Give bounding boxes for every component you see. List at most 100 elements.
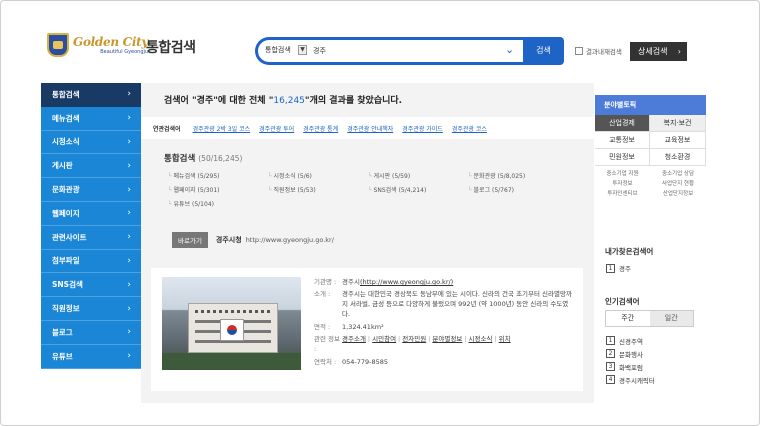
agency-url[interactable]: (http://www.gyeongju.go.kr/) xyxy=(360,278,453,286)
subtopics-grid: 중소기업 지원 중소기업 상담 투자정보 사업단지 현황 투자인센티브 산업단지정보 xyxy=(595,166,706,200)
search-box: 통합검색 ▼ ⌄ xyxy=(255,37,523,65)
category-link[interactable]: 웹페이지 (5/301) xyxy=(168,185,268,194)
popular-item-label: 신경주역 xyxy=(619,337,643,346)
subtopic-link[interactable]: 중소기업 상담 xyxy=(650,169,706,177)
related-keyword-link[interactable]: 경주관광 안내책자 xyxy=(347,124,393,133)
phone-value: 054-779-8585 xyxy=(342,358,389,366)
logo-subtitle: Beautiful Gyeongju xyxy=(100,48,149,55)
detail-search-button[interactable]: 상세검색 › xyxy=(630,42,687,61)
sidebar-item[interactable]: 문화관광 › xyxy=(41,178,141,202)
category-link[interactable]: 직원정보 (5/53) xyxy=(268,185,368,194)
popular-list: 1 신경주역 2 문화행사 3 화백포럼 4 경주시캐릭터 xyxy=(606,334,655,386)
related-keywords-label: 연관검색어 xyxy=(153,125,181,133)
result-summary: 검색어 "경주"에 대한 전체 "16,245"개의 결과를 찾았습니다. xyxy=(164,93,402,106)
popular-item[interactable]: 2 문화행사 xyxy=(606,347,655,360)
search-scope-select[interactable]: 통합검색 xyxy=(265,45,291,55)
chevron-right-icon: › xyxy=(127,184,131,195)
flag-icon xyxy=(220,319,244,341)
result-suffix: "개의 결과를 찾았습니다. xyxy=(304,96,403,106)
category-link[interactable]: 문화관광 (5/8,025) xyxy=(468,171,568,180)
right-panel: 분야별토픽 산업경제 복지·보건 교통정보 교육정보 민원정보 청소환경 중소기업 지원 중… xyxy=(595,95,706,200)
subtopic-link[interactable]: 중소기업 지원 xyxy=(595,169,650,177)
category-link[interactable]: 게시판 (5/59) xyxy=(368,171,468,180)
sidebar-item-label: 게시판 xyxy=(52,161,73,171)
related-info-link[interactable]: 전자민원 xyxy=(402,335,426,343)
topic-tab[interactable]: 복지·보건 xyxy=(650,115,706,132)
subtopic-link[interactable]: 사업단지 현황 xyxy=(650,179,706,187)
related-keyword-link[interactable]: 경주관광 코스 xyxy=(452,124,487,133)
within-results-toggle[interactable]: 결과내재검색 xyxy=(575,46,622,56)
search-button[interactable]: 검색 xyxy=(523,37,564,65)
popular-item[interactable]: 1 신경주역 xyxy=(606,334,655,347)
chevron-right-icon: › xyxy=(127,351,131,362)
related-info-link[interactable]: 경주소개 xyxy=(342,335,366,343)
sidebar-item[interactable]: 통합검색 › xyxy=(41,83,141,107)
topic-tab[interactable]: 산업경제 xyxy=(595,115,650,132)
within-results-checkbox[interactable] xyxy=(575,47,583,55)
links-key: 관련 정보 : xyxy=(314,335,340,353)
search-input[interactable] xyxy=(313,44,493,57)
topic-tab[interactable]: 교육정보 xyxy=(650,132,706,149)
chevron-right-icon: › xyxy=(127,327,131,338)
sidebar-item[interactable]: 첨부파일 › xyxy=(41,250,141,274)
tab-weekly[interactable]: 주간 xyxy=(606,311,650,326)
category-link[interactable]: 블로그 (5/767) xyxy=(468,185,568,194)
popular-item[interactable]: 3 화백포럼 xyxy=(606,360,655,373)
chevron-right-icon: › xyxy=(127,279,131,290)
sidebar-item[interactable]: SNS검색 › xyxy=(41,273,141,298)
sidebar-item[interactable]: 블로그 › xyxy=(41,321,141,345)
result-prefix: 검색어 "경주"에 대한 전체 " xyxy=(164,96,274,106)
related-info-link[interactable]: 시민참여 xyxy=(372,335,396,343)
popular-item[interactable]: 4 경주시캐릭터 xyxy=(606,373,655,386)
related-keyword-link[interactable]: 경주관광 2박 3일 코스 xyxy=(193,124,251,133)
related-info-link[interactable]: 위치 xyxy=(499,335,511,343)
link-separator: | xyxy=(398,335,401,343)
my-search-item[interactable]: 1 경주 xyxy=(606,263,631,273)
popular-tabs: 주간 일간 xyxy=(605,310,694,327)
related-keyword-link[interactable]: 경주관광 투어 xyxy=(259,124,294,133)
sidebar-item[interactable]: 웹페이지 › xyxy=(41,202,141,226)
city-hall-photo[interactable] xyxy=(162,277,301,370)
related-info-link[interactable]: 분야별정보 xyxy=(432,335,462,343)
sidebar-item-label: 문화관광 xyxy=(52,185,80,195)
subtopic-link[interactable]: 투자인센티브 xyxy=(595,189,650,197)
shortcut-badge: 바로가기 xyxy=(172,232,208,248)
topic-tab[interactable]: 교통정보 xyxy=(595,132,650,149)
site-logo[interactable]: Golden City Beautiful Gyeongju xyxy=(47,33,148,57)
category-link[interactable]: 유튜브 (5/104) xyxy=(168,199,268,208)
shortcut-name[interactable]: 경주시청 xyxy=(216,235,242,245)
sidebar-item[interactable]: 직원정보 › xyxy=(41,297,141,321)
related-info-link[interactable]: 시정소식 xyxy=(468,335,492,343)
topic-tab[interactable]: 청소환경 xyxy=(650,149,706,166)
sidebar-item[interactable]: 관련사이트 › xyxy=(41,226,141,250)
integrated-search-heading: 통합검색 (50/16,245) xyxy=(164,152,242,164)
topic-tab[interactable]: 민원정보 xyxy=(595,149,650,166)
sidebar-item-label: 웹페이지 xyxy=(52,208,80,218)
tab-daily[interactable]: 일간 xyxy=(649,311,693,326)
rank-badge: 2 xyxy=(606,349,615,358)
chevron-down-icon[interactable]: ⌄ xyxy=(505,43,514,56)
integrated-count: (50/16,245) xyxy=(198,154,243,163)
left-navigation: 통합검색 › 메뉴검색 › 시정소식 › 게시판 › 문화관광 › 웹페이지 › 관련사이트 › 첨부파일 ›… xyxy=(41,83,141,369)
scope-dropdown-icon[interactable]: ▼ xyxy=(298,45,307,55)
logo-title: Golden City xyxy=(73,34,149,49)
integrated-title: 통합검색 xyxy=(164,154,196,164)
related-keyword-link[interactable]: 경주관광 가이드 xyxy=(402,124,443,133)
category-link[interactable]: 시정소식 (5/6) xyxy=(268,171,368,180)
subtopic-link[interactable]: 산업단지정보 xyxy=(650,189,706,197)
chevron-right-icon: › xyxy=(127,232,131,243)
sidebar-item[interactable]: 게시판 › xyxy=(41,154,141,179)
topics-grid: 산업경제 복지·보건 교통정보 교육정보 민원정보 청소환경 xyxy=(595,115,706,166)
sidebar-item[interactable]: 유튜브 › xyxy=(41,345,141,369)
agency-name: 경주시 xyxy=(342,278,360,286)
category-link[interactable]: 메뉴검색 (5/295) xyxy=(168,171,268,180)
related-keyword-link[interactable]: 경주관광 통계 xyxy=(303,124,338,133)
category-link[interactable]: SNS검색 (5/4,214) xyxy=(368,185,468,194)
sidebar-item[interactable]: 시정소식 › xyxy=(41,131,141,155)
subtopic-link[interactable]: 투자정보 xyxy=(595,179,650,187)
sidebar-item[interactable]: 메뉴검색 › xyxy=(41,107,141,131)
sidebar-item-label: SNS검색 xyxy=(52,280,83,290)
shortcut-row: 바로가기 경주시청 http://www.gyeongju.go.kr/ xyxy=(172,232,334,248)
area-value: 1,324.41km² xyxy=(342,323,384,331)
shortcut-url[interactable]: http://www.gyeongju.go.kr/ xyxy=(246,236,334,244)
